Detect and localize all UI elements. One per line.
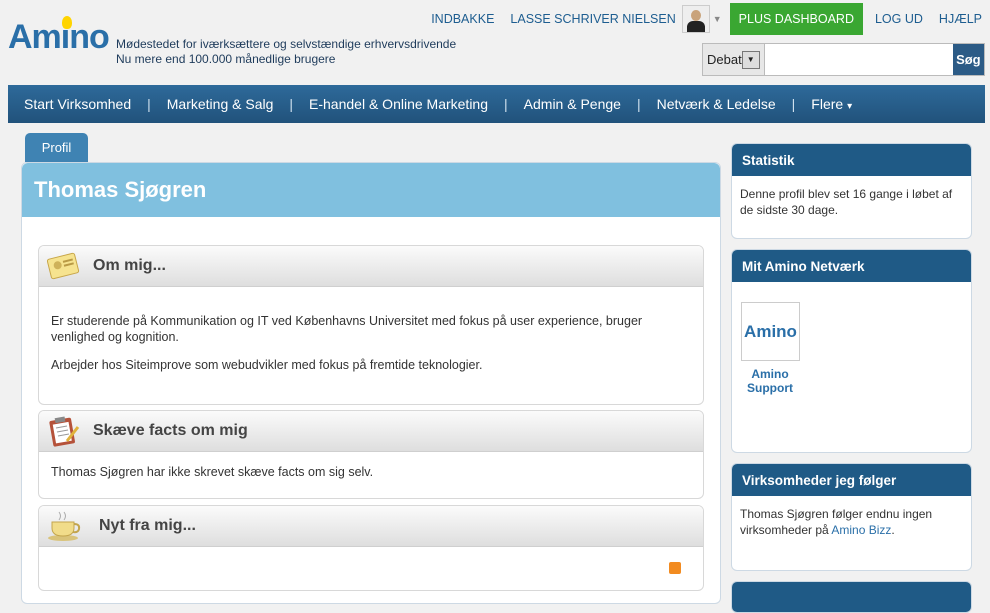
top-links: INDBAKKE LASSE SCHRIVER NIELSEN ▼ PLUS D… [423, 0, 990, 38]
rss-icon[interactable] [669, 562, 681, 574]
help-link[interactable]: HJÆLP [939, 12, 982, 26]
network-member-avatar[interactable]: Amino [741, 302, 800, 361]
logout-link[interactable]: LOG UD [875, 12, 923, 26]
nav-flere[interactable]: Flere ▾ [795, 96, 868, 112]
amino-bizz-link[interactable]: Amino Bizz [831, 523, 891, 537]
amino-logo[interactable]: Amino [8, 16, 110, 57]
search-bar: Debat ▼ Søg [702, 43, 985, 76]
profile-main: Thomas Sjøgren Om mig... Er studerende p… [21, 162, 721, 604]
lightbulb-icon [62, 16, 72, 29]
about-body: Er studerende på Kommunikation og IT ved… [39, 287, 703, 397]
chevron-down-icon[interactable]: ▼ [741, 50, 760, 69]
companies-title: Virksomheder jeg følger [732, 464, 971, 496]
facts-body: Thomas Sjøgren har ikke skrevet skæve fa… [39, 452, 703, 498]
search-input[interactable] [764, 44, 953, 75]
avatar[interactable] [681, 5, 710, 33]
news-title: Nyt fra mig... [99, 517, 196, 534]
about-title: Om mig... [93, 257, 166, 274]
news-header: Nyt fra mig... [39, 506, 703, 547]
about-text: Er studerende på Kommunikation og IT ved… [51, 314, 643, 344]
main-nav: Start Virksomhed | Marketing & Salg | E-… [8, 85, 985, 123]
chevron-down-icon: ▾ [847, 101, 853, 112]
profile-header: Thomas Sjøgren [22, 163, 720, 217]
about-text: Arbejder hos Siteimprove som webudvikler… [51, 358, 483, 372]
network-body: Amino Amino Support [732, 282, 971, 405]
companies-box: Virksomheder jeg følger Thomas Sjøgren f… [731, 463, 972, 571]
sidebar-box-partial [731, 581, 972, 613]
stats-title: Statistik [732, 144, 971, 176]
facts-text: Thomas Sjøgren har ikke skrevet skæve fa… [51, 465, 374, 479]
search-category-select[interactable]: Debat ▼ [703, 44, 765, 75]
search-button[interactable]: Søg [952, 44, 984, 75]
id-card-icon [46, 250, 81, 282]
stats-text: Denne profil blev set 16 gange i løbet a… [740, 187, 953, 217]
network-box: Mit Amino Netværk Amino Amino Support [731, 249, 972, 453]
page-title: Thomas Sjøgren [34, 177, 207, 202]
about-header: Om mig... [39, 246, 703, 287]
tab-profil[interactable]: Profil [25, 133, 88, 162]
facts-header: Skæve facts om mig [39, 411, 703, 452]
inbox-link[interactable]: INDBAKKE [431, 12, 494, 26]
nav-ehandel[interactable]: E-handel & Online Marketing [293, 96, 504, 112]
tagline: Mødestedet for iværksættere og selvstænd… [116, 37, 457, 66]
chevron-down-icon[interactable]: ▼ [713, 14, 722, 24]
stats-box: Statistik Denne profil blev set 16 gange… [731, 143, 972, 239]
nav-netvaerk-ledelse[interactable]: Netværk & Ledelse [641, 96, 792, 112]
nav-start-virksomhed[interactable]: Start Virksomhed [8, 96, 147, 112]
network-title: Mit Amino Netværk [732, 250, 971, 282]
companies-body: Thomas Sjøgren følger endnu ingen virkso… [740, 507, 933, 537]
user-name-link[interactable]: LASSE SCHRIVER NIELSEN [510, 12, 675, 26]
coffee-cup-icon [47, 510, 81, 542]
plus-dashboard-button[interactable]: PLUS DASHBOARD [729, 3, 863, 35]
about-box: Om mig... Er studerende på Kommunikation… [38, 245, 704, 405]
facts-title: Skæve facts om mig [93, 422, 248, 439]
network-member-name[interactable]: Amino Support [740, 367, 800, 395]
nav-marketing-salg[interactable]: Marketing & Salg [151, 96, 290, 112]
nav-admin-penge[interactable]: Admin & Penge [508, 96, 637, 112]
facts-box: Skæve facts om mig Thomas Sjøgren har ik… [38, 410, 704, 499]
news-box: Nyt fra mig... [38, 505, 704, 591]
clipboard-icon [47, 415, 81, 447]
